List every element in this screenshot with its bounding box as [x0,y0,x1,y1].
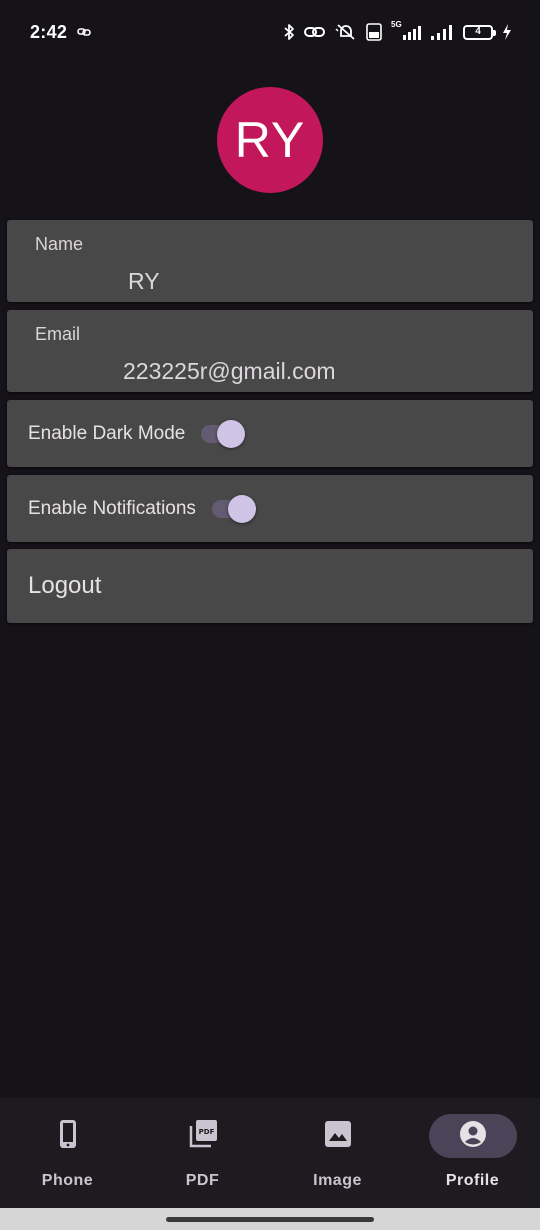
switch-thumb [227,494,256,523]
avatar: RY [217,87,323,193]
dark-mode-card: Enable Dark Mode [7,400,533,467]
nav-pill-active [428,1114,517,1158]
nav-item-pdf[interactable]: PDF PDF [135,1098,270,1208]
nav-pill [294,1114,382,1158]
nav-label-pdf: PDF [185,1172,220,1189]
nav-label-image: Image [313,1172,362,1189]
nav-item-image[interactable]: Image [270,1098,405,1208]
profile-screen: 2:42 5G 4 RY Name RY Email 223225r@gmail… [0,0,540,1230]
network-type-label: 5G [391,20,402,29]
battery-level: 4 [475,26,481,37]
name-value: RY [128,268,160,294]
volte-icon [366,23,382,41]
logout-button[interactable]: Logout [7,549,533,623]
pdf-icon: PDF [188,1119,218,1154]
avatar-initials: RY [234,112,306,168]
battery-icon: 4 [463,24,496,40]
signal-5g-icon: 5G [391,20,421,40]
dark-mode-label: Enable Dark Mode [28,422,186,444]
bottom-navigation: Phone PDF PDF Image Profile [0,1098,540,1208]
nav-item-profile[interactable]: Profile [405,1098,540,1208]
bluetooth-icon [283,23,295,41]
account-circle-icon [459,1120,487,1153]
status-time: 2:42 [30,21,68,42]
email-value: 223225r@gmail.com [123,358,336,384]
signal-icon [430,24,454,40]
phone-icon [58,1119,78,1154]
name-card: Name RY [7,220,533,302]
silent-bell-icon [335,23,357,41]
image-icon [324,1120,352,1153]
status-bar: 2:42 5G 4 [0,0,540,64]
switch-thumb [217,419,246,448]
logout-label: Logout [28,572,102,599]
nav-label-phone: Phone [41,1172,94,1189]
system-gesture-bar [0,1208,540,1230]
svg-text:PDF: PDF [198,1128,214,1136]
dark-mode-switch[interactable] [201,419,246,448]
name-label: Name [35,234,84,254]
nav-pill [24,1114,112,1158]
notifications-switch[interactable] [211,494,256,523]
email-card: Email 223225r@gmail.com [7,310,533,392]
link-icon [77,27,92,37]
gesture-handle[interactable] [166,1217,374,1222]
notifications-label: Enable Notifications [28,497,196,519]
nav-label-profile: Profile [445,1172,500,1189]
email-label: Email [35,324,81,344]
notifications-card: Enable Notifications [7,475,533,542]
nav-pill: PDF [159,1114,247,1158]
link-icon [304,25,326,39]
charging-bolt-icon [502,24,512,40]
nav-item-phone[interactable]: Phone [0,1098,135,1208]
